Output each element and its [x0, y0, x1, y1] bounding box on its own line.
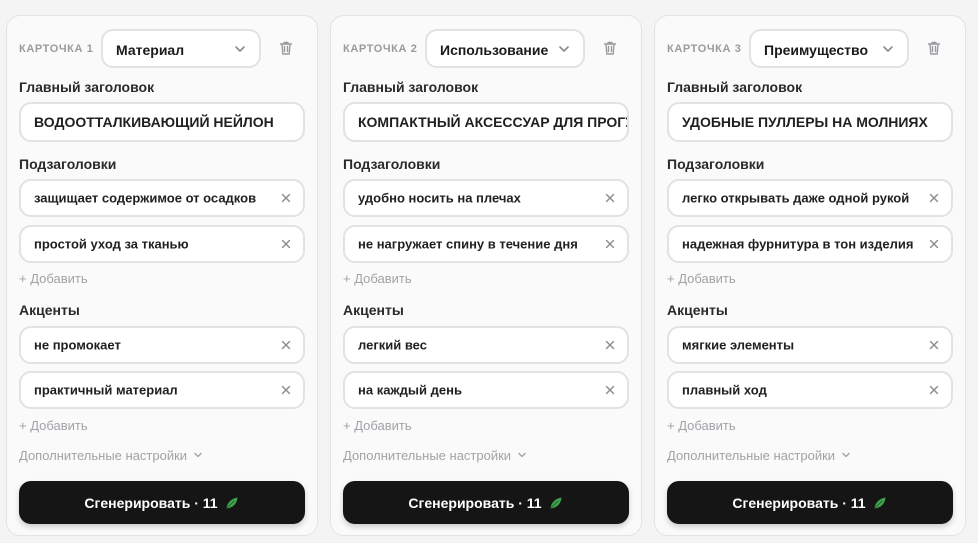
card-2: КАРТОЧКА 2 Использование Главный заголов… — [330, 15, 642, 536]
subtitle-input[interactable]: надежная фурнитура в тон изделия — [667, 225, 953, 263]
main-title-input[interactable]: ВОДООТТАЛКИВАЮЩИЙ НЕЙЛОН — [19, 102, 305, 142]
advanced-settings-toggle[interactable]: Дополнительные настройки — [19, 448, 203, 463]
trash-icon[interactable] — [277, 39, 295, 57]
close-icon[interactable] — [281, 239, 291, 249]
accents-label: Акценты — [343, 302, 404, 318]
subtitle-input[interactable]: простой уход за тканью — [19, 225, 305, 263]
add-subtitle-button[interactable]: + Добавить — [343, 271, 412, 286]
card-type-select[interactable]: Использование — [425, 29, 585, 68]
accent-value: мягкие элементы — [682, 337, 795, 353]
main-title-label: Главный заголовок — [19, 79, 155, 95]
advanced-settings-label: Дополнительные настройки — [343, 448, 512, 463]
card-number: КАРТОЧКА 2 — [343, 43, 418, 55]
subtitle-input[interactable]: не нагружает спину в течение дня — [343, 225, 629, 263]
card-header: КАРТОЧКА 2 Использование — [343, 29, 629, 69]
generate-button[interactable]: Сгенерировать · 11 — [19, 481, 305, 524]
card-type-value: Преимущество — [764, 42, 868, 58]
advanced-settings-toggle[interactable]: Дополнительные настройки — [343, 448, 527, 463]
main-title-label: Главный заголовок — [343, 79, 479, 95]
leaf-icon — [550, 497, 562, 508]
chevron-down-icon — [235, 46, 245, 52]
accent-input[interactable]: практичный материал — [19, 371, 305, 409]
add-accent-button[interactable]: + Добавить — [343, 418, 412, 433]
add-subtitle-button[interactable]: + Добавить — [19, 271, 88, 286]
subtitle-input[interactable]: удобно носить на плечах — [343, 179, 629, 217]
accent-input[interactable]: не промокает — [19, 326, 305, 364]
card-1: КАРТОЧКА 1 Материал Главный заголовок ВО… — [6, 15, 318, 536]
card-header: КАРТОЧКА 1 Материал — [19, 29, 305, 69]
chevron-down-icon — [194, 452, 202, 458]
cards-container: КАРТОЧКА 1 Материал Главный заголовок ВО… — [0, 0, 978, 543]
generate-button[interactable]: Сгенерировать · 11 — [343, 481, 629, 524]
close-icon[interactable] — [929, 340, 939, 350]
card-type-value: Материал — [116, 42, 185, 58]
chevron-down-icon — [883, 46, 893, 52]
close-icon[interactable] — [929, 385, 939, 395]
accent-value: практичный материал — [34, 382, 178, 398]
advanced-settings-label: Дополнительные настройки — [667, 448, 836, 463]
trash-icon[interactable] — [925, 39, 943, 57]
close-icon[interactable] — [605, 385, 615, 395]
trash-icon[interactable] — [601, 39, 619, 57]
accent-value: плавный ход — [682, 382, 767, 398]
chevron-down-icon — [559, 46, 569, 52]
accents-label: Акценты — [19, 302, 80, 318]
close-icon[interactable] — [605, 340, 615, 350]
subtitle-value: надежная фурнитура в тон изделия — [682, 236, 914, 252]
accent-value: легкий вес — [358, 337, 427, 353]
add-accent-button[interactable]: + Добавить — [19, 418, 88, 433]
close-icon[interactable] — [929, 193, 939, 203]
generate-label: Сгенерировать · 11 — [408, 494, 542, 511]
advanced-settings-toggle[interactable]: Дополнительные настройки — [667, 448, 851, 463]
main-title-value: КОМПАКТНЫЙ АКСЕССУАР ДЛЯ ПРОГУЛОК — [358, 114, 627, 130]
subtitles-label: Подзаголовки — [19, 156, 117, 172]
subtitle-value: не нагружает спину в течение дня — [358, 236, 578, 252]
generate-label: Сгенерировать · 11 — [84, 494, 218, 511]
close-icon[interactable] — [605, 193, 615, 203]
subtitle-value: удобно носить на плечах — [358, 190, 521, 206]
accent-value: на каждый день — [358, 382, 462, 398]
generate-button[interactable]: Сгенерировать · 11 — [667, 481, 953, 524]
accent-input[interactable]: на каждый день — [343, 371, 629, 409]
card-type-value: Использование — [440, 42, 549, 58]
chevron-down-icon — [518, 452, 526, 458]
accents-label: Акценты — [667, 302, 728, 318]
close-icon[interactable] — [929, 239, 939, 249]
subtitle-value: легко открывать даже одной рукой — [682, 190, 910, 206]
accent-input[interactable]: мягкие элементы — [667, 326, 953, 364]
accent-value: не промокает — [34, 337, 121, 353]
card-header: КАРТОЧКА 3 Преимущество — [667, 29, 953, 69]
main-title-value: УДОБНЫЕ ПУЛЛЕРЫ НА МОЛНИЯХ — [682, 114, 928, 130]
subtitle-input[interactable]: защищает содержимое от осадков — [19, 179, 305, 217]
add-accent-button[interactable]: + Добавить — [667, 418, 736, 433]
subtitles-label: Подзаголовки — [343, 156, 441, 172]
generate-label: Сгенерировать · 11 — [732, 494, 866, 511]
card-number: КАРТОЧКА 3 — [667, 43, 742, 55]
chevron-down-icon — [842, 452, 850, 458]
main-title-value: ВОДООТТАЛКИВАЮЩИЙ НЕЙЛОН — [34, 114, 274, 130]
card-type-select[interactable]: Материал — [101, 29, 261, 68]
close-icon[interactable] — [281, 340, 291, 350]
subtitle-value: простой уход за тканью — [34, 236, 189, 252]
card-number: КАРТОЧКА 1 — [19, 43, 94, 55]
card-type-select[interactable]: Преимущество — [749, 29, 909, 68]
subtitle-value: защищает содержимое от осадков — [34, 190, 257, 206]
add-subtitle-button[interactable]: + Добавить — [667, 271, 736, 286]
main-title-input[interactable]: УДОБНЫЕ ПУЛЛЕРЫ НА МОЛНИЯХ — [667, 102, 953, 142]
close-icon[interactable] — [281, 385, 291, 395]
leaf-icon — [226, 497, 238, 508]
close-icon[interactable] — [605, 239, 615, 249]
leaf-icon — [874, 497, 886, 508]
accent-input[interactable]: легкий вес — [343, 326, 629, 364]
accent-input[interactable]: плавный ход — [667, 371, 953, 409]
main-title-label: Главный заголовок — [667, 79, 803, 95]
advanced-settings-label: Дополнительные настройки — [19, 448, 188, 463]
subtitle-input[interactable]: легко открывать даже одной рукой — [667, 179, 953, 217]
card-3: КАРТОЧКА 3 Преимущество Главный заголово… — [654, 15, 966, 536]
main-title-input[interactable]: КОМПАКТНЫЙ АКСЕССУАР ДЛЯ ПРОГУЛОК — [343, 102, 629, 142]
subtitles-label: Подзаголовки — [667, 156, 765, 172]
close-icon[interactable] — [281, 193, 291, 203]
